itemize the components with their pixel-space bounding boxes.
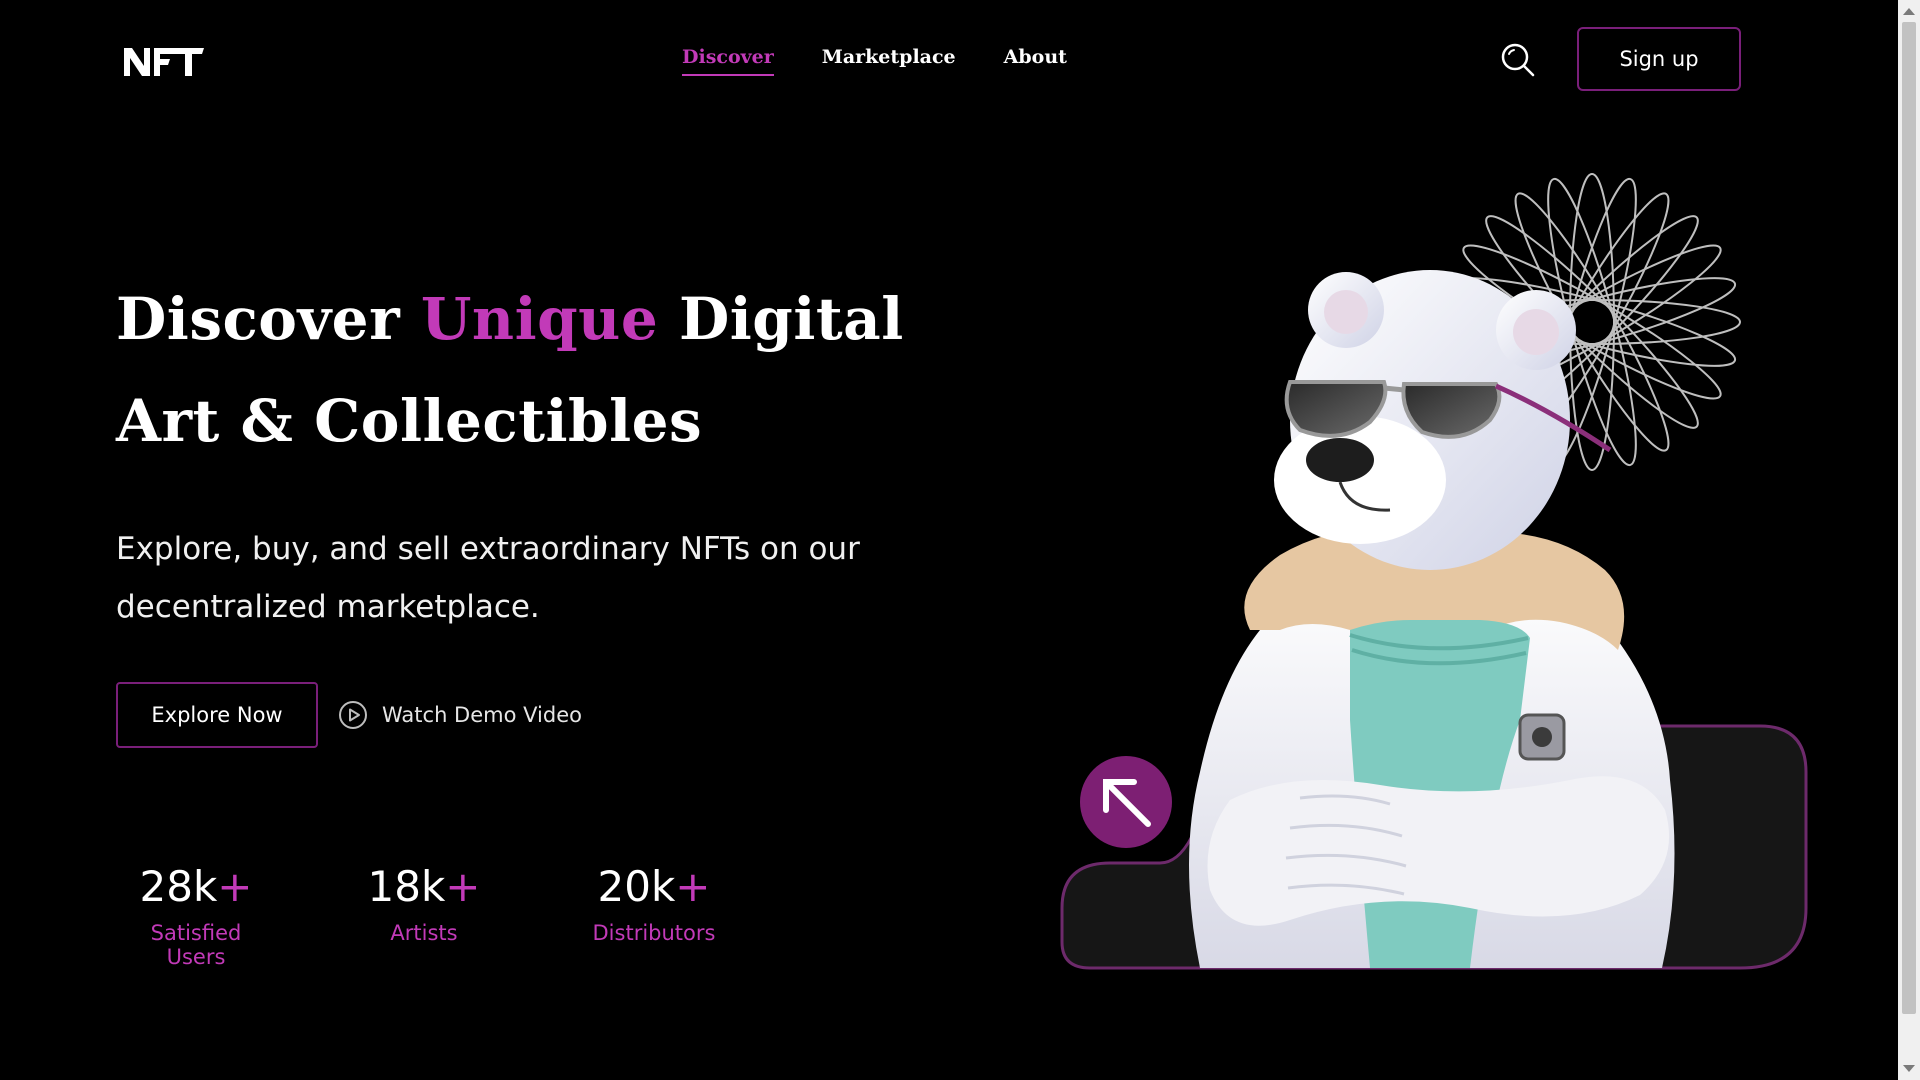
hero-title: Discover Unique Digital Art & Collectibl… <box>116 268 1016 472</box>
stat-satisfied-users: 28k+ Satisfied Users <box>118 862 274 969</box>
stat-number: 18k <box>367 862 446 911</box>
stat-label: Artists <box>390 921 458 945</box>
stat-plus: + <box>445 862 481 911</box>
nav-discover[interactable]: Discover <box>682 46 774 76</box>
nav-marketplace[interactable]: Marketplace <box>822 46 956 76</box>
nav-about[interactable]: About <box>1004 46 1067 76</box>
nft-logo[interactable] <box>122 44 204 78</box>
scroll-up-arrow[interactable] <box>1903 8 1915 15</box>
stat-plus: + <box>675 862 711 911</box>
polar-bear-illustration <box>1189 270 1675 968</box>
stat-distributors: 20k+ Distributors <box>582 862 726 945</box>
stat-number: 28k <box>139 862 218 911</box>
stat-label: Distributors <box>592 921 716 945</box>
stat-value: 18k+ <box>364 862 484 911</box>
search-icon[interactable] <box>1500 42 1536 78</box>
stat-label: Satisfied Users <box>150 921 242 969</box>
stat-number: 20k <box>597 862 676 911</box>
explore-now-button[interactable]: Explore Now <box>116 682 318 748</box>
watch-demo-label: Watch Demo Video <box>382 703 582 727</box>
watch-demo-button[interactable]: Watch Demo Video <box>338 697 582 733</box>
play-circle-icon <box>339 701 367 729</box>
hero-title-accent: Unique <box>420 285 659 353</box>
landing-page: Discover Marketplace About Sign up Disco… <box>0 0 1898 1080</box>
hero-art <box>1060 173 1808 970</box>
stat-plus: + <box>217 862 253 911</box>
arrow-up-left-button[interactable] <box>1076 752 1176 852</box>
scroll-down-arrow[interactable] <box>1903 1065 1915 1072</box>
stat-value: 20k+ <box>582 862 726 911</box>
sign-up-button[interactable]: Sign up <box>1577 27 1741 91</box>
hero-subtitle: Explore, buy, and sell extraordinary NFT… <box>116 531 860 625</box>
scrollbar-thumb[interactable] <box>1902 22 1916 1014</box>
main-nav: Discover Marketplace About <box>682 46 1067 76</box>
hero-title-part1: Discover <box>116 285 421 353</box>
stat-artists: 18k+ Artists <box>364 862 484 945</box>
stat-value: 28k+ <box>118 862 274 911</box>
vertical-scrollbar[interactable] <box>1898 0 1920 1080</box>
